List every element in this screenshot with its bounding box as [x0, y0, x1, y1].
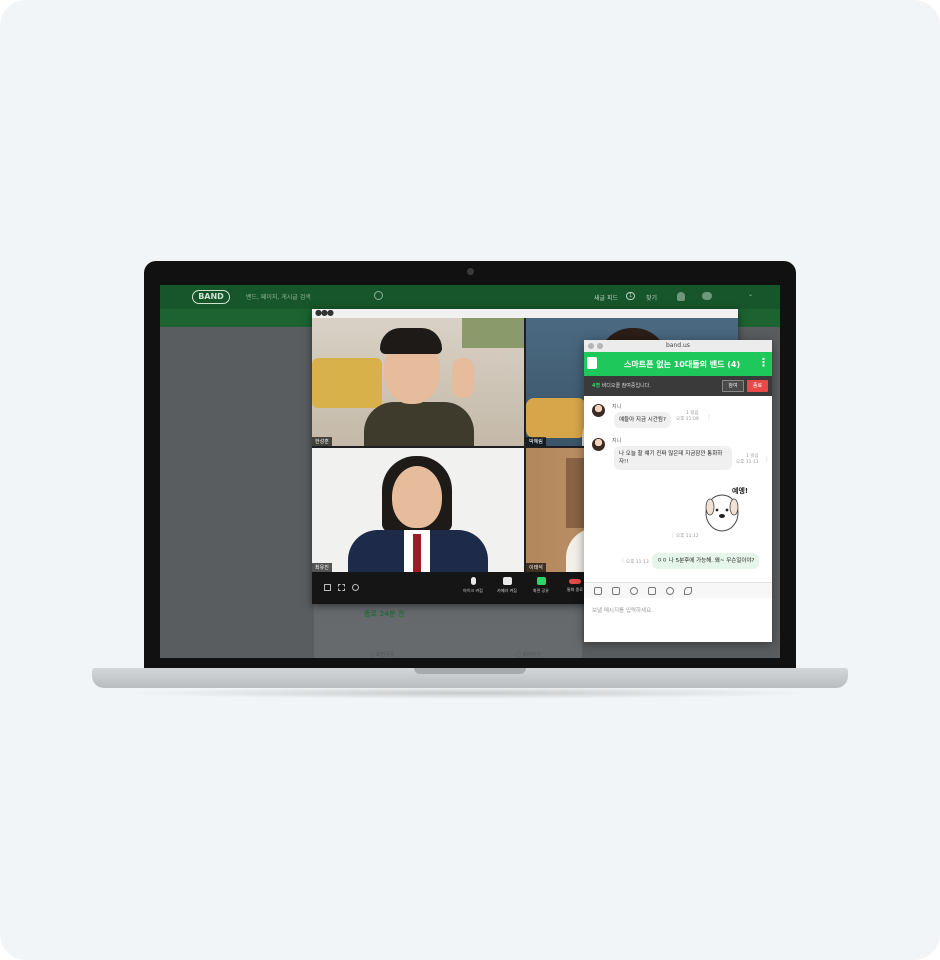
- message-time: 오후 11:09: [676, 417, 699, 422]
- message-bubble[interactable]: 얘들아 지금 시간됨?: [614, 412, 671, 428]
- message-meta: 1 읽음 오후 11:09: [676, 411, 699, 423]
- join-call-button[interactable]: 참여: [722, 380, 744, 392]
- bell-icon[interactable]: [677, 292, 685, 301]
- laptop-shadow: [120, 687, 820, 699]
- camera-icon: [502, 577, 512, 585]
- message-bubble[interactable]: 나 오늘 할 얘기 진짜 많은데 지금잠깐 통화하 자!!: [614, 446, 732, 470]
- message-options-icon[interactable]: ⋮: [764, 456, 770, 463]
- image-icon[interactable]: [612, 587, 620, 595]
- new-feed-link[interactable]: 새글 피드: [594, 293, 618, 302]
- band-search-input[interactable]: 밴드, 페이지, 게시글 검색: [246, 292, 311, 301]
- more-menu-icon[interactable]: ⋮: [758, 356, 769, 369]
- necktie: [413, 534, 421, 572]
- video-icon[interactable]: [630, 587, 638, 595]
- videocall-notice: 4명 비디오콜 참여중입니다. 참여 종료: [584, 376, 772, 396]
- laptop-screen: BAND 밴드, 페이지, 게시글 검색 새글 피드 1 찾기 ⌄ 종료 24분…: [160, 285, 780, 658]
- laptop-notch: [414, 668, 526, 674]
- help-icon[interactable]: [352, 584, 359, 591]
- end-call-button[interactable]: 종료: [747, 380, 768, 392]
- band-action-meeting[interactable]: □ 회의하기: [516, 651, 541, 658]
- mic-label: 마이크 켜짐: [463, 588, 483, 593]
- person-hair: [380, 328, 442, 354]
- call-end-countdown: 종료 24분 전: [364, 610, 405, 618]
- gif-icon[interactable]: [648, 587, 656, 595]
- window-dots-icon[interactable]: ●●●: [315, 308, 334, 317]
- video-tile[interactable]: 한성훈: [312, 318, 524, 446]
- plant: [462, 318, 524, 348]
- camera-button[interactable]: 카메라 켜짐: [490, 577, 524, 594]
- camera-label: 카메라 켜짐: [497, 588, 517, 593]
- message-time: 오후 11:13: [626, 560, 649, 565]
- hangup-icon: [569, 579, 581, 584]
- cushion: [526, 398, 586, 438]
- window-close-icon[interactable]: [588, 343, 594, 349]
- participant-name: 최유진: [312, 563, 332, 572]
- search-icon[interactable]: [374, 291, 383, 300]
- screen-share-button[interactable]: 화면 공유: [524, 577, 558, 594]
- band-header: BAND 밴드, 페이지, 게시글 검색 새글 피드 1 찾기 ⌄: [160, 285, 780, 309]
- message-time: 오후 11:12: [676, 534, 699, 539]
- person-head: [392, 466, 442, 528]
- participant-name: 한성훈: [312, 437, 332, 446]
- cushion: [312, 358, 382, 408]
- find-link[interactable]: 찾기: [646, 293, 657, 302]
- screen-share-label: 화면 공유: [533, 588, 549, 593]
- participant-name: 이태석: [526, 563, 546, 572]
- sender-name: 지니: [612, 438, 622, 444]
- notice-count: 4명: [592, 383, 601, 389]
- notice-message: 비디오콜 참여중입니다.: [601, 383, 651, 389]
- message-input-placeholder: 보낼 메시지를 입력하세요.: [592, 608, 653, 614]
- person-body: [364, 402, 474, 446]
- participant-name: 박혜림: [526, 437, 546, 446]
- webcam: [467, 268, 474, 275]
- call-icon[interactable]: [684, 587, 692, 595]
- message-options-icon[interactable]: ⋮: [706, 414, 712, 421]
- waving-hand: [452, 358, 474, 398]
- message-meta: 1 읽음 오후 11:11: [736, 454, 759, 466]
- chat-toolbar: [584, 582, 772, 598]
- window-minimize-icon[interactable]: [597, 343, 603, 349]
- chat-messages: 지니 얘들아 지금 시간됨? 1 읽음 오후 11:09 ⋮ 지니 나 오늘 할…: [584, 396, 772, 582]
- avatar[interactable]: [592, 404, 605, 417]
- chat-title: 스마트폰 없는 10대들의 밴드 (4): [624, 360, 741, 369]
- sender-name: 지니: [612, 404, 622, 410]
- message-input[interactable]: 보낼 메시지를 입력하세요.: [584, 598, 772, 642]
- laptop-bezel: BAND 밴드, 페이지, 게시글 검색 새글 피드 1 찾기 ⌄ 종료 24분…: [144, 261, 796, 673]
- microphone-icon: [470, 577, 476, 585]
- fullscreen-icon[interactable]: [338, 584, 345, 591]
- chat-header: 스마트폰 없는 10대들의 밴드 (4) ⋮: [584, 352, 772, 376]
- message-line: 자!!: [619, 459, 629, 465]
- message-line: 나 오늘 할 얘기 진짜 많은데 지금잠깐 통화하: [619, 451, 723, 457]
- mic-button[interactable]: 마이크 켜짐: [456, 577, 490, 594]
- attachment-icon[interactable]: [666, 587, 674, 595]
- screen-share-icon: [536, 577, 546, 585]
- message-bubble[interactable]: ㅇㅇ 나 5분후에 가능해. 왜~ 무슨일이야?: [652, 553, 760, 569]
- video-titlebar[interactable]: ●●●: [312, 308, 738, 318]
- notice-text: 4명 비디오콜 참여중입니다.: [592, 382, 651, 389]
- band-logo[interactable]: BAND: [192, 290, 230, 304]
- layout-icon[interactable]: [324, 584, 331, 591]
- message-time: 오후 11:11: [736, 460, 759, 465]
- band-cover-icon[interactable]: [587, 357, 597, 369]
- avatar[interactable]: [592, 438, 605, 451]
- url-text: band.us: [666, 342, 690, 349]
- feed-count-badge: 1: [626, 292, 636, 300]
- chat-icon[interactable]: [702, 292, 712, 300]
- video-tile[interactable]: 최유진: [312, 448, 524, 572]
- chevron-down-icon[interactable]: ⌄: [748, 291, 753, 298]
- band-action-screen-share[interactable]: ○ 화면공유: [370, 651, 394, 658]
- sticker-dog-icon[interactable]: [702, 483, 758, 539]
- browser-url-bar[interactable]: band.us: [584, 340, 772, 352]
- sticker-text: 예엥!: [732, 487, 749, 495]
- chat-window: band.us 스마트폰 없는 10대들의 밴드 (4) ⋮ 4명 비디오콜 참…: [584, 340, 772, 642]
- emoticon-icon[interactable]: [594, 587, 602, 595]
